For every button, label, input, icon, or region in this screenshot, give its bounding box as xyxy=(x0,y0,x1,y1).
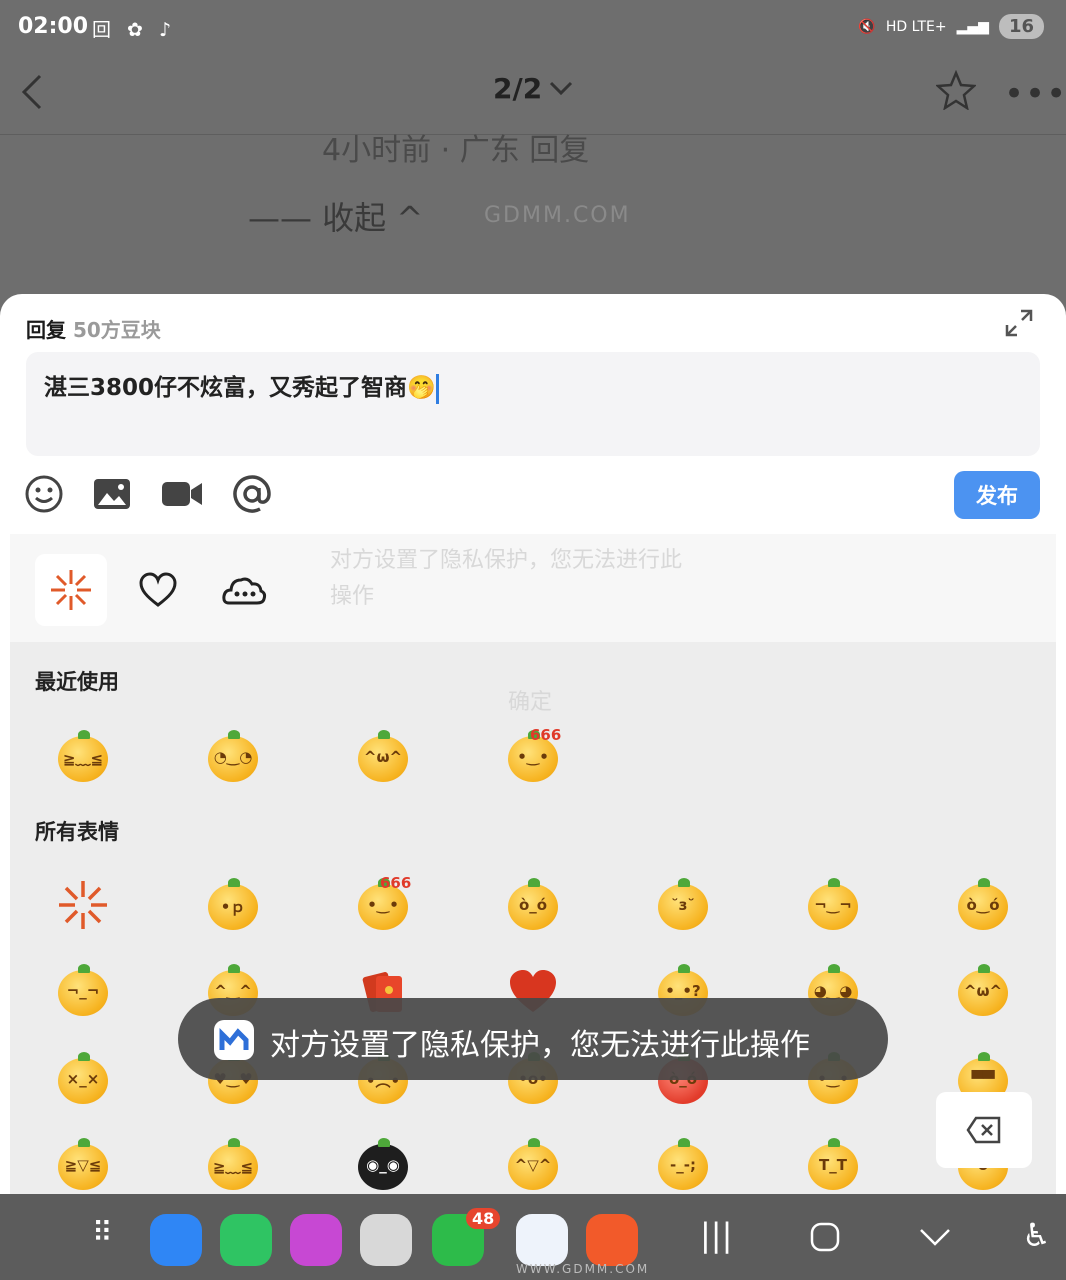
watermark: GDMM.COM xyxy=(484,203,631,228)
collapse-link: —— 收起 ^ xyxy=(248,199,424,237)
emoji-burst[interactable] xyxy=(56,878,110,932)
emoji-smug[interactable]: ◔‿◔ xyxy=(206,730,260,784)
network-label: HD LTE+ xyxy=(885,18,947,35)
status-right: 🔇 HD LTE+ ▂▄▆ 16 xyxy=(858,14,1044,39)
image-icon[interactable] xyxy=(92,477,132,511)
emoji-meh[interactable]: ¬_¬ xyxy=(56,964,110,1018)
burst-icon xyxy=(51,570,91,610)
reply-input[interactable]: 湛三3800仔不炫富，又秀起了智商🤭 xyxy=(26,352,1040,456)
status-app-icons: 回 ✿ ♪ xyxy=(92,19,177,41)
reply-label: 回复 xyxy=(26,318,66,342)
forum-app-icon[interactable] xyxy=(516,1214,568,1266)
app-bar: 2/2 ••• xyxy=(0,56,1066,135)
emoji-tongue[interactable]: •ｐ xyxy=(206,878,260,932)
ghost-dialog-message: 对方设置了隐私保护，您无法进行此 xyxy=(330,548,683,573)
emoji-666[interactable]: •‿• 666 xyxy=(506,726,561,784)
emoji-cry[interactable]: ≧﹏≦ xyxy=(206,1138,260,1192)
hide-keyboard-button[interactable] xyxy=(918,1226,952,1248)
emoji-panel: 最近使用 确定 ≧﹏≦ ◔‿◔ ^ω^ •‿• 666 所有表情 •ｐ •‿• 666 ò_ó… xyxy=(10,642,1056,1194)
app-drawer-icon[interactable]: ⠿ xyxy=(92,1216,112,1249)
phone-app-icon[interactable] xyxy=(220,1214,272,1266)
accessibility-icon[interactable]: ♿ xyxy=(1022,1216,1051,1254)
all-section-title: 所有表情 xyxy=(35,820,119,844)
emoji-tears[interactable]: T_T xyxy=(806,1138,860,1192)
emoji-hug[interactable]: ò‿ó xyxy=(956,878,1010,932)
backspace-icon xyxy=(966,1116,1001,1144)
backspace-button[interactable] xyxy=(936,1092,1032,1168)
video-icon[interactable] xyxy=(160,478,204,510)
mention-icon[interactable] xyxy=(232,474,272,514)
more-icon[interactable]: ••• xyxy=(1004,74,1066,114)
cloud-icon xyxy=(222,577,267,605)
emoji-dark[interactable]: ◉_◉ xyxy=(356,1138,410,1192)
emoji-angry[interactable]: ò_ó xyxy=(506,878,560,932)
recent-apps-button[interactable]: ||| xyxy=(700,1216,732,1254)
recent-section-title: 最近使用 xyxy=(35,670,119,694)
dock-watermark: WWW.GDMM.COM xyxy=(516,1262,650,1276)
compose-toolbar xyxy=(24,474,272,514)
battery-level: 16 xyxy=(998,14,1044,39)
publish-button[interactable]: 发布 xyxy=(954,471,1040,519)
tab-sticker-pack[interactable] xyxy=(208,554,280,626)
reply-header: 回复 50方豆块 xyxy=(26,314,161,343)
ghost-confirm: 确定 xyxy=(508,690,553,715)
background-content: 4小时前 · 广东 回复 —— 收起 ^ GDMM.COM xyxy=(0,133,1066,295)
emoji-smirk[interactable]: ¬‿¬ xyxy=(806,878,860,932)
text-caret xyxy=(435,373,439,404)
emoji-sick[interactable]: ×_× xyxy=(56,1052,110,1106)
emoji-666-badge: 666 xyxy=(530,726,562,744)
reply-text: 湛三3800仔不炫富，又秀起了智商🤭 xyxy=(44,368,439,404)
status-bar: 02:00 回 ✿ ♪ 🔇 HD LTE+ ▂▄▆ 16 xyxy=(0,0,1066,56)
home-button[interactable] xyxy=(810,1222,840,1252)
tab-favorites[interactable] xyxy=(122,554,194,626)
kuaishou-app-icon[interactable] xyxy=(586,1214,638,1266)
camera-app-icon[interactable] xyxy=(360,1214,412,1266)
reply-target: 50方豆块 xyxy=(72,318,161,342)
emoji-laugh[interactable]: ≧▽≦ xyxy=(56,1138,110,1192)
app-logo-icon xyxy=(214,1020,254,1060)
mute-icon: 🔇 xyxy=(858,18,876,35)
star-icon[interactable] xyxy=(936,70,976,110)
emoji-tabs: 对方设置了隐私保护，您无法进行此 操作 xyxy=(10,534,1056,642)
messages-app-icon[interactable] xyxy=(150,1214,202,1266)
ghost-dialog-message-2: 操作 xyxy=(330,584,375,609)
heart-icon xyxy=(139,572,177,607)
emoji-666-badge: 666 xyxy=(380,874,412,892)
expand-icon[interactable] xyxy=(1004,308,1034,338)
emoji-icon[interactable] xyxy=(24,474,64,514)
emoji-shy[interactable]: ^ω^ xyxy=(956,964,1010,1018)
wechat-badge: 48 xyxy=(466,1208,501,1229)
status-time: 02:00 xyxy=(18,14,89,39)
emoji-sweat[interactable]: -_-; xyxy=(656,1138,710,1192)
navigation-bar: ⠿ 48 WWW.GDMM.COM ||| ♿ xyxy=(0,1194,1066,1280)
emoji-cry[interactable]: ≧﹏≦ xyxy=(56,730,110,784)
signal-icon: ▂▄▆ xyxy=(956,18,989,35)
toast-message: 对方设置了隐私保护，您无法进行此操作 xyxy=(270,1028,810,1063)
emoji-kiss[interactable]: ˘з˘ xyxy=(656,878,710,932)
tab-default-emoji[interactable] xyxy=(35,554,107,626)
emoji-666[interactable]: •‿• 666 xyxy=(356,874,411,932)
gallery-app-icon[interactable] xyxy=(290,1214,342,1266)
back-arrow-icon[interactable] xyxy=(18,72,48,112)
page-indicator[interactable]: 2/2 xyxy=(493,72,542,105)
emoji-happy[interactable]: ^▽^ xyxy=(506,1138,560,1192)
emoji-shy[interactable]: ^ω^ xyxy=(356,730,410,784)
privacy-toast: 对方设置了隐私保护，您无法进行此操作 xyxy=(178,998,888,1080)
chevron-down-icon[interactable] xyxy=(548,80,574,96)
comment-meta: 4小时前 · 广东 回复 xyxy=(322,133,590,168)
